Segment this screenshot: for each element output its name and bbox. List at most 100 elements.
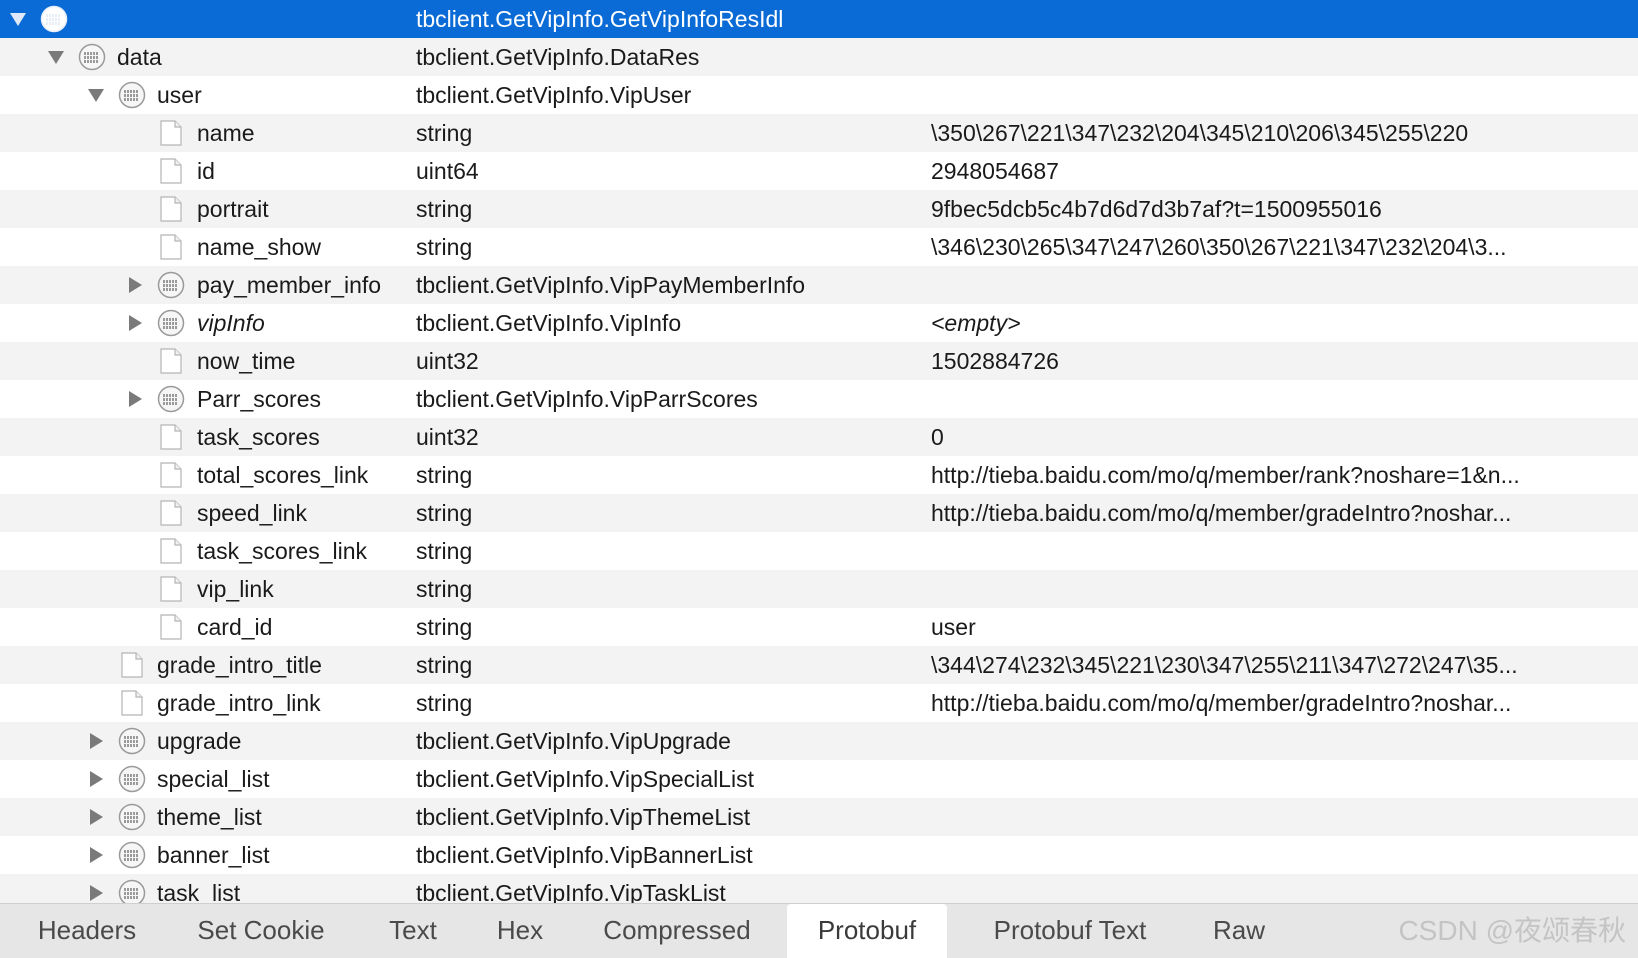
tree-row[interactable]: task_list tbclient.GetVipInfo.VipTaskList — [0, 874, 1638, 903]
file-icon — [157, 157, 185, 185]
tree-row[interactable]: name_show string \346\230\265\347\247\260\… — [0, 228, 1638, 266]
tree-row[interactable]: now_time uint32 1502884726 — [0, 342, 1638, 380]
file-icon — [118, 689, 146, 717]
field-value: 9fbec5dcb5c4b7d6d7d3b7af?t=1500955016 — [931, 196, 1382, 222]
field-type: string — [416, 120, 473, 146]
field-type: tbclient.GetVipInfo.VipUpgrade — [416, 728, 731, 754]
disclosure-collapsed-icon[interactable] — [86, 807, 106, 827]
file-icon — [118, 651, 146, 679]
field-name: upgrade — [157, 728, 242, 754]
field-name: name_show — [197, 234, 322, 260]
tab-compressed[interactable]: Compressed — [584, 904, 770, 958]
tree-row[interactable]: task_scores uint32 0 — [0, 418, 1638, 456]
tree-row[interactable]: total_scores_link string http://tieba.baid… — [0, 456, 1638, 494]
tree-row[interactable]: speed_link string http://tieba.baidu.com/m… — [0, 494, 1638, 532]
tab-protobuf[interactable]: Protobuf — [787, 904, 947, 958]
field-type: string — [416, 538, 473, 564]
disclosure-collapsed-icon[interactable] — [86, 731, 106, 751]
tree-row[interactable]: portrait string 9fbec5dcb5c4b7d6d7d3b7af?t… — [0, 190, 1638, 228]
disclosure-expanded-icon[interactable] — [8, 9, 28, 29]
field-name: grade_intro_link — [157, 690, 321, 716]
disclosure-expanded-icon[interactable] — [86, 85, 106, 105]
file-icon — [157, 575, 185, 603]
disclosure-collapsed-icon[interactable] — [86, 769, 106, 789]
field-name: Parr_scores — [197, 386, 321, 412]
inspector-tab-bar: CSDN @夜颂春秋 Headers Set Cookie Text Hex Compr… — [0, 903, 1638, 958]
field-type: string — [416, 614, 473, 640]
file-icon — [157, 347, 185, 375]
field-type: string — [416, 576, 473, 602]
tree-row[interactable]: upgrade tbclient.GetVipInfo.VipUpgrade — [0, 722, 1638, 760]
tree-row[interactable]: vip_link string — [0, 570, 1638, 608]
field-type: tbclient.GetVipInfo.VipThemeList — [416, 804, 751, 830]
tab-text[interactable]: Text — [366, 904, 460, 958]
tree-row[interactable]: grade_intro_title string \344\274\232\345\… — [0, 646, 1638, 684]
field-type: tbclient.GetVipInfo.VipUser — [416, 82, 692, 108]
field-name: data — [117, 44, 162, 70]
field-name: grade_intro_title — [157, 652, 322, 678]
tree-row[interactable]: task_scores_link string — [0, 532, 1638, 570]
tab-headers[interactable]: Headers — [14, 904, 160, 958]
tree-row[interactable]: data tbclient.GetVipInfo.DataRes — [0, 38, 1638, 76]
message-icon — [157, 271, 185, 299]
tree-row[interactable]: id uint64 2948054687 — [0, 152, 1638, 190]
tree-row[interactable]: banner_list tbclient.GetVipInfo.VipBanner… — [0, 836, 1638, 874]
disclosure-collapsed-icon[interactable] — [125, 313, 145, 333]
field-value: \344\274\232\345\221\230\347\255\211\347… — [931, 652, 1518, 678]
field-name: vipInfo — [197, 310, 265, 336]
field-name: user — [157, 82, 202, 108]
file-icon — [157, 499, 185, 527]
tree-row[interactable]: pay_member_info tbclient.GetVipInfo.VipPa… — [0, 266, 1638, 304]
tree-row[interactable]: tbclient.GetVipInfo.GetVipInfoResIdl — [0, 0, 1638, 38]
protobuf-inspector: tbclient.GetVipInfo.GetVipInfoResIdl data… — [0, 0, 1638, 958]
file-icon — [157, 119, 185, 147]
field-type: string — [416, 196, 473, 222]
field-type: string — [416, 500, 473, 526]
file-icon — [157, 461, 185, 489]
field-value: 2948054687 — [931, 158, 1059, 184]
field-type: tbclient.GetVipInfo.VipPayMemberInfo — [416, 272, 806, 298]
tab-protobuf-text[interactable]: Protobuf Text — [964, 904, 1176, 958]
protobuf-tree[interactable]: tbclient.GetVipInfo.GetVipInfoResIdl data… — [0, 0, 1638, 903]
tree-row[interactable]: user tbclient.GetVipInfo.VipUser — [0, 76, 1638, 114]
field-type: string — [416, 690, 473, 716]
field-name: pay_member_info — [197, 272, 382, 298]
field-value: http://tieba.baidu.com/mo/q/member/grade… — [931, 690, 1512, 716]
field-name: task_scores — [197, 424, 320, 450]
field-name: special_list — [157, 766, 270, 792]
tab-raw[interactable]: Raw — [1196, 904, 1282, 958]
tree-row[interactable]: card_id string user — [0, 608, 1638, 646]
tab-set-cookie[interactable]: Set Cookie — [180, 904, 342, 958]
field-name: portrait — [197, 196, 269, 222]
field-type: string — [416, 234, 473, 260]
disclosure-collapsed-icon[interactable] — [125, 389, 145, 409]
disclosure-collapsed-icon[interactable] — [125, 275, 145, 295]
tree-row[interactable]: name string \350\267\221\347\232\204\345\2… — [0, 114, 1638, 152]
disclosure-expanded-icon[interactable] — [46, 47, 66, 67]
field-value: user — [931, 614, 976, 640]
field-name: id — [197, 158, 215, 184]
message-icon — [118, 803, 146, 831]
tree-row[interactable]: vipInfo tbclient.GetVipInfo.VipInfo <empty… — [0, 304, 1638, 342]
file-icon — [157, 195, 185, 223]
tab-hex[interactable]: Hex — [480, 904, 560, 958]
tree-row[interactable]: Parr_scores tbclient.GetVipInfo.VipParrSc… — [0, 380, 1638, 418]
field-type: tbclient.GetVipInfo.VipBannerList — [416, 842, 753, 868]
disclosure-collapsed-icon[interactable] — [86, 883, 106, 903]
field-value: \346\230\265\347\247\260\350\267\221\347… — [931, 234, 1507, 260]
field-type: tbclient.GetVipInfo.VipSpecialList — [416, 766, 754, 792]
field-type: tbclient.GetVipInfo.VipTaskList — [416, 880, 726, 903]
file-icon — [157, 537, 185, 565]
tree-row[interactable]: theme_list tbclient.GetVipInfo.VipThemeLi… — [0, 798, 1638, 836]
tree-row[interactable]: special_list tbclient.GetVipInfo.VipSpeci… — [0, 760, 1638, 798]
message-icon — [40, 5, 68, 33]
field-name: card_id — [197, 614, 273, 640]
file-icon — [157, 233, 185, 261]
disclosure-collapsed-icon[interactable] — [86, 845, 106, 865]
watermark: CSDN @夜颂春秋 — [1398, 915, 1626, 946]
field-name: task_list — [157, 880, 241, 903]
file-icon — [157, 613, 185, 641]
message-icon — [78, 43, 106, 71]
field-type: uint64 — [416, 158, 479, 184]
tree-row[interactable]: grade_intro_link string http://tieba.baidu… — [0, 684, 1638, 722]
